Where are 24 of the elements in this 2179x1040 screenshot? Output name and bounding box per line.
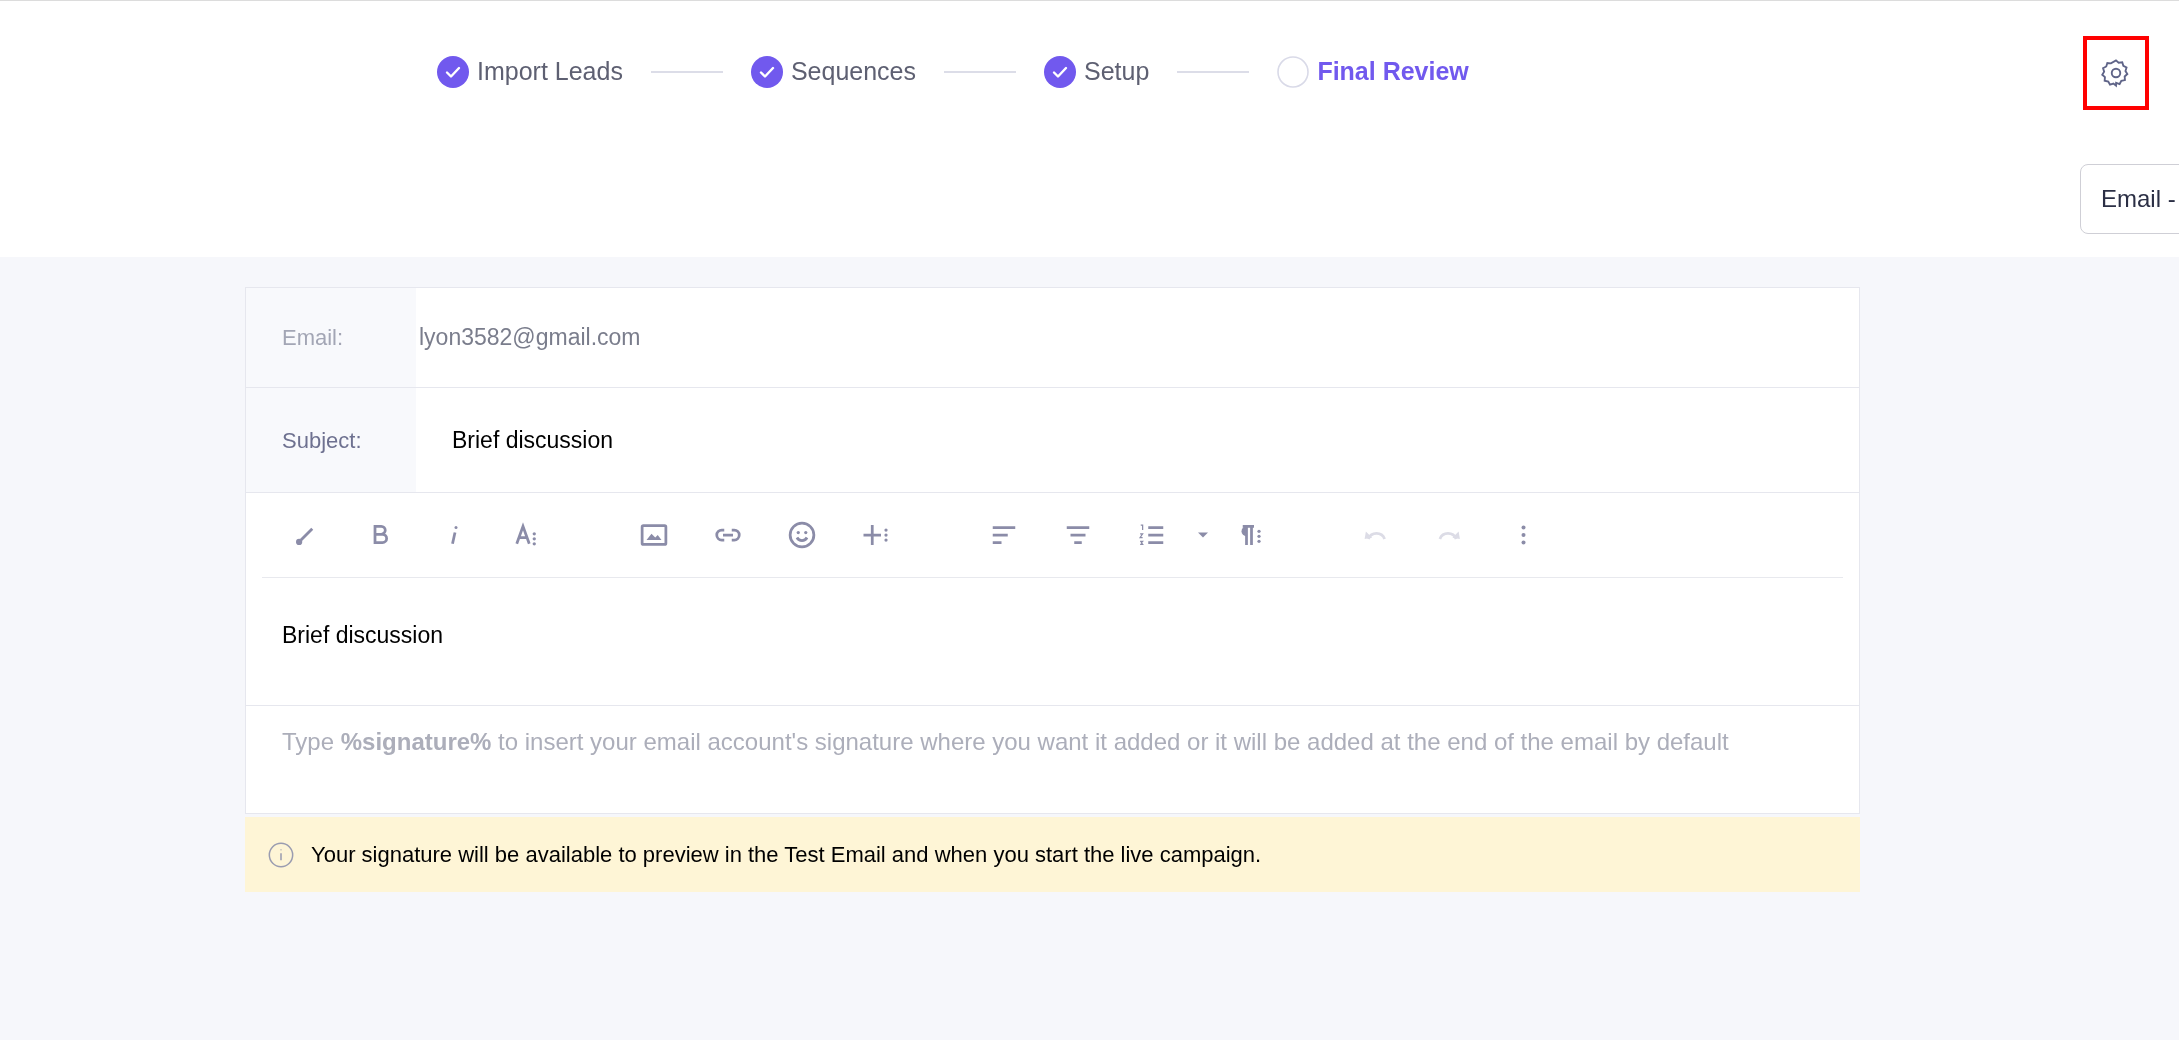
subject-label: Subject:: [282, 426, 362, 455]
more-icon: [1520, 525, 1526, 545]
stepper-step[interactable]: Final Review: [1277, 53, 1469, 91]
redo-icon: [1437, 529, 1461, 541]
view-dropdown[interactable]: Email -: [2080, 164, 2179, 234]
stepper-step[interactable]: Import Leads: [437, 53, 623, 91]
stepper-step[interactable]: Setup: [1044, 53, 1150, 91]
body-text: Brief discussion: [282, 622, 444, 648]
info-icon: [267, 840, 295, 869]
smiley-icon: [787, 520, 817, 550]
empty-circle-icon: [1277, 55, 1310, 88]
check-circle-icon: [437, 55, 469, 88]
check-circle-icon: [750, 55, 783, 88]
notice-text: Your signature will be available to preview in the Test Email and when you start the live campaign.: [311, 841, 1262, 869]
message-body[interactable]: Brief discussion: [246, 578, 1859, 706]
stepper-step[interactable]: Sequences: [750, 53, 917, 91]
check-circle-icon: [1044, 55, 1077, 88]
subject-field[interactable]: Brief discussion: [416, 388, 1859, 492]
settings-button[interactable]: [2083, 36, 2149, 110]
email-label: Email:: [282, 324, 344, 352]
signature-hint: Type %signature% to insert your email account's signature where you want it added or it will be added at the end of the email by default: [282, 727, 1730, 757]
email-address: lyon3582@gmail.com: [419, 323, 641, 353]
undo-icon: [1363, 529, 1387, 541]
italic-icon: [449, 525, 459, 545]
